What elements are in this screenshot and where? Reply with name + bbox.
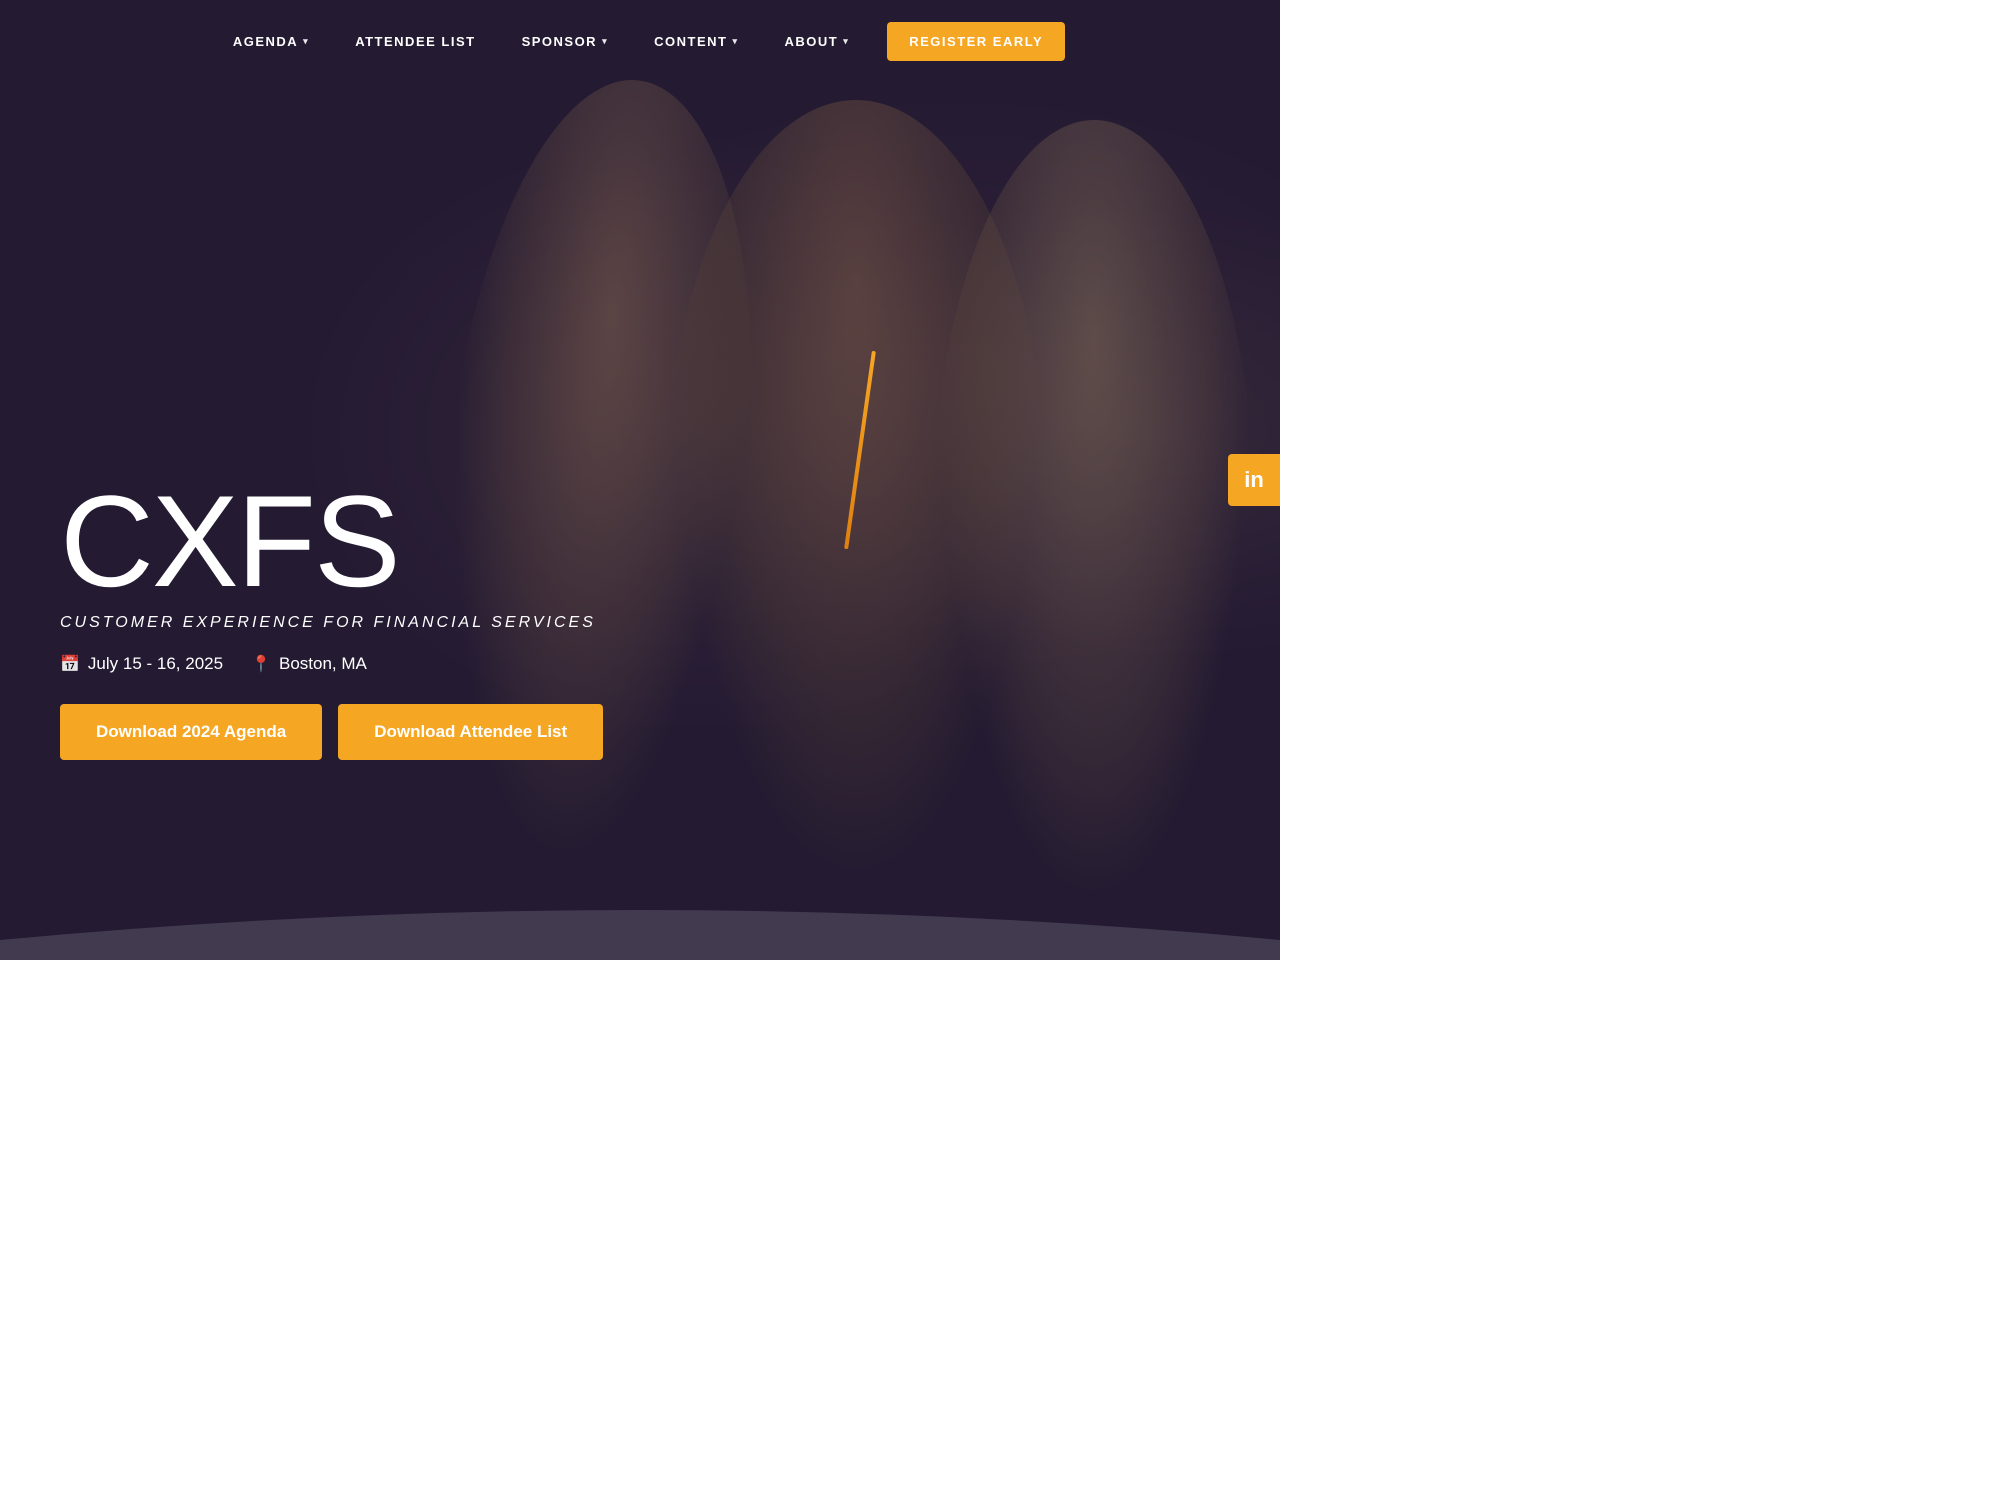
chevron-down-icon: ▾ — [303, 36, 309, 47]
hero-section: AGENDA ▾ ATTENDEE LIST SPONSOR ▾ CONTENT… — [0, 0, 1280, 960]
hero-subtitle: CUSTOMER EXPERIENCE FOR FINANCIAL SERVIC… — [60, 614, 603, 632]
nav-label-content: CONTENT — [654, 34, 727, 49]
chevron-down-icon-3: ▾ — [732, 36, 738, 47]
nav-label-attendee-list: ATTENDEE LIST — [355, 34, 475, 49]
bottom-curve — [0, 880, 1280, 960]
linkedin-icon: in — [1244, 467, 1264, 493]
download-agenda-button[interactable]: Download 2024 Agenda — [60, 704, 322, 760]
nav-item-about[interactable]: ABOUT ▾ — [766, 26, 867, 57]
location-icon: 📍 — [251, 654, 271, 674]
hero-buttons: Download 2024 Agenda Download Attendee L… — [60, 704, 603, 760]
hero-content: CXFS CUSTOMER EXPERIENCE FOR FINANCIAL S… — [60, 476, 603, 760]
hero-date-text: July 15 - 16, 2025 — [88, 654, 223, 674]
download-attendee-list-button[interactable]: Download Attendee List — [338, 704, 603, 760]
linkedin-badge[interactable]: in — [1228, 454, 1280, 506]
navbar: AGENDA ▾ ATTENDEE LIST SPONSOR ▾ CONTENT… — [0, 0, 1280, 83]
nav-item-agenda[interactable]: AGENDA ▾ — [215, 26, 327, 57]
calendar-icon: 📅 — [60, 654, 80, 674]
hero-meta: 📅 July 15 - 16, 2025 📍 Boston, MA — [60, 654, 603, 674]
hero-logo: CXFS — [60, 476, 603, 606]
register-early-button[interactable]: REGISTER EARLY — [887, 22, 1065, 61]
nav-item-content[interactable]: CONTENT ▾ — [636, 26, 756, 57]
hero-location: 📍 Boston, MA — [251, 654, 367, 674]
nav-item-attendee-list[interactable]: ATTENDEE LIST — [337, 26, 493, 57]
chevron-down-icon-4: ▾ — [843, 36, 849, 47]
chevron-down-icon-2: ▾ — [602, 36, 608, 47]
nav-label-sponsor: SPONSOR — [522, 34, 598, 49]
hero-location-text: Boston, MA — [279, 654, 367, 674]
bg-person-3 — [934, 120, 1254, 900]
hero-date: 📅 July 15 - 16, 2025 — [60, 654, 223, 674]
nav-item-sponsor[interactable]: SPONSOR ▾ — [504, 26, 627, 57]
nav-label-agenda: AGENDA — [233, 34, 298, 49]
nav-items: AGENDA ▾ ATTENDEE LIST SPONSOR ▾ CONTENT… — [40, 22, 1240, 61]
nav-label-about: ABOUT — [784, 34, 838, 49]
